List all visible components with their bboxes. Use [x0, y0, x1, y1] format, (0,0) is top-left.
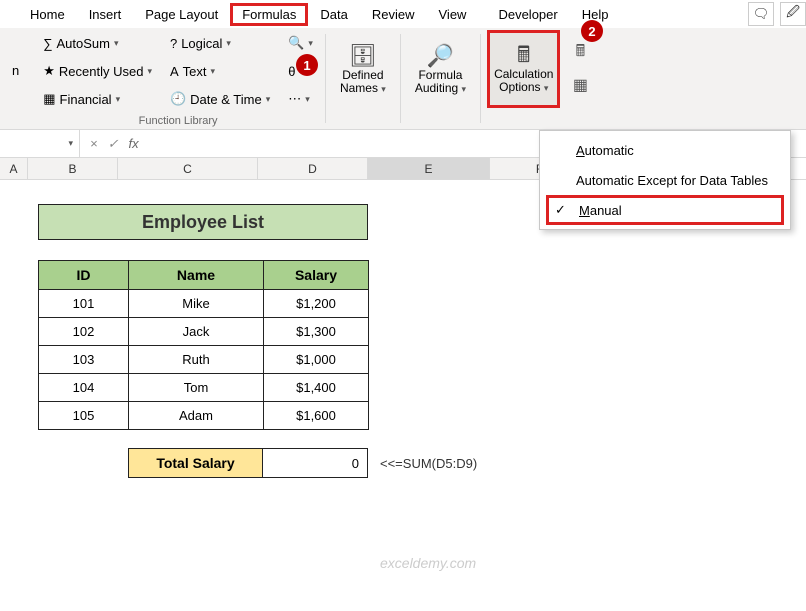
ribbon: n ∑AutoSum ▾ ★Recently Used ▾ ▦Financial…: [0, 28, 806, 130]
col-C[interactable]: C: [118, 158, 258, 179]
calculate-now-button[interactable]: 🖩: [566, 39, 594, 67]
cancel-icon[interactable]: ×: [90, 136, 98, 151]
check-icon: ✓: [555, 202, 566, 218]
col-D[interactable]: D: [258, 158, 368, 179]
formula-auditing-icon: 🔎: [427, 45, 454, 67]
comments-button[interactable]: 🗨: [748, 2, 774, 26]
star-icon: ★: [43, 63, 55, 79]
step-badge-1: 1: [296, 54, 318, 76]
tab-data[interactable]: Data: [308, 3, 359, 26]
sigma-icon: ∑: [43, 36, 52, 51]
calculation-options-button[interactable]: 🖩 CalculationOptions ▾: [487, 30, 560, 108]
step-badge-2: 2: [581, 20, 603, 42]
defined-names-icon: 🗄: [349, 45, 377, 67]
more-functions-button[interactable]: ⋯▾: [282, 86, 319, 112]
table-row: 105Adam$1,600: [39, 402, 369, 430]
date-time-button[interactable]: 🕘Date & Time ▾: [164, 86, 276, 112]
formula-auditing-button[interactable]: 🔎 FormulaAuditing ▾: [407, 30, 474, 110]
clock-icon: 🕘: [170, 91, 186, 107]
col-A[interactable]: A: [0, 158, 28, 179]
total-salary-value[interactable]: 0: [263, 448, 368, 478]
name-box[interactable]: ▾: [0, 130, 80, 157]
calculate-sheet-button[interactable]: ▦: [566, 71, 594, 99]
header-salary: Salary: [264, 261, 369, 290]
watermark: exceldemy.com: [380, 555, 476, 571]
insert-function-button[interactable]: n: [6, 57, 25, 83]
tab-developer[interactable]: Developer: [478, 3, 569, 26]
logical-button[interactable]: ?Logical ▾: [164, 30, 276, 56]
calc-option-auto-except[interactable]: Automatic Except for Data Tables: [540, 165, 790, 195]
table-row: 101Mike$1,200: [39, 290, 369, 318]
table-row: 103Ruth$1,000: [39, 346, 369, 374]
tab-page-layout[interactable]: Page Layout: [133, 3, 230, 26]
lookup-icon: 🔍: [288, 35, 304, 51]
calc-option-manual[interactable]: ✓ Manual: [546, 195, 784, 225]
financial-button[interactable]: ▦Financial ▾: [37, 86, 158, 112]
theta-icon: θ: [288, 64, 295, 79]
calculation-options-menu: Automatic Automatic Except for Data Tabl…: [539, 130, 791, 230]
logical-icon: ?: [170, 36, 177, 51]
text-icon: A: [170, 64, 179, 79]
tab-insert[interactable]: Insert: [77, 3, 134, 26]
sheet-title: Employee List: [38, 204, 368, 240]
recently-used-button[interactable]: ★Recently Used ▾: [37, 58, 158, 84]
more-icon: ⋯: [288, 91, 301, 107]
enter-icon[interactable]: ✓: [108, 136, 119, 152]
fx-icon[interactable]: fx: [129, 136, 139, 151]
header-id: ID: [39, 261, 129, 290]
total-salary-label: Total Salary: [128, 448, 263, 478]
total-salary-formula: <<=SUM(D5:D9): [368, 448, 477, 478]
text-button[interactable]: AText ▾: [164, 58, 276, 84]
col-B[interactable]: B: [28, 158, 118, 179]
lookup-button[interactable]: 🔍▾: [282, 30, 319, 56]
header-name: Name: [129, 261, 264, 290]
ribbon-tabstrip: Home Insert Page Layout Formulas Data Re…: [0, 0, 806, 28]
tab-review[interactable]: Review: [360, 3, 427, 26]
financial-icon: ▦: [43, 91, 55, 107]
table-row: 102Jack$1,300: [39, 318, 369, 346]
tab-formulas[interactable]: Formulas: [230, 3, 308, 26]
employee-table: ID Name Salary 101Mike$1,200 102Jack$1,3…: [38, 260, 369, 430]
function-library-label: Function Library: [37, 115, 319, 129]
tab-view[interactable]: View: [427, 3, 479, 26]
col-E[interactable]: E: [368, 158, 490, 179]
table-row: 104Tom$1,400: [39, 374, 369, 402]
calc-option-automatic[interactable]: Automatic: [540, 135, 790, 165]
defined-names-button[interactable]: 🗄 DefinedNames ▾: [332, 30, 394, 110]
share-button[interactable]: 🖉: [780, 2, 806, 26]
tab-home[interactable]: Home: [18, 3, 77, 26]
autosum-button[interactable]: ∑AutoSum ▾: [37, 30, 158, 56]
calculator-icon: 🖩: [517, 44, 530, 66]
